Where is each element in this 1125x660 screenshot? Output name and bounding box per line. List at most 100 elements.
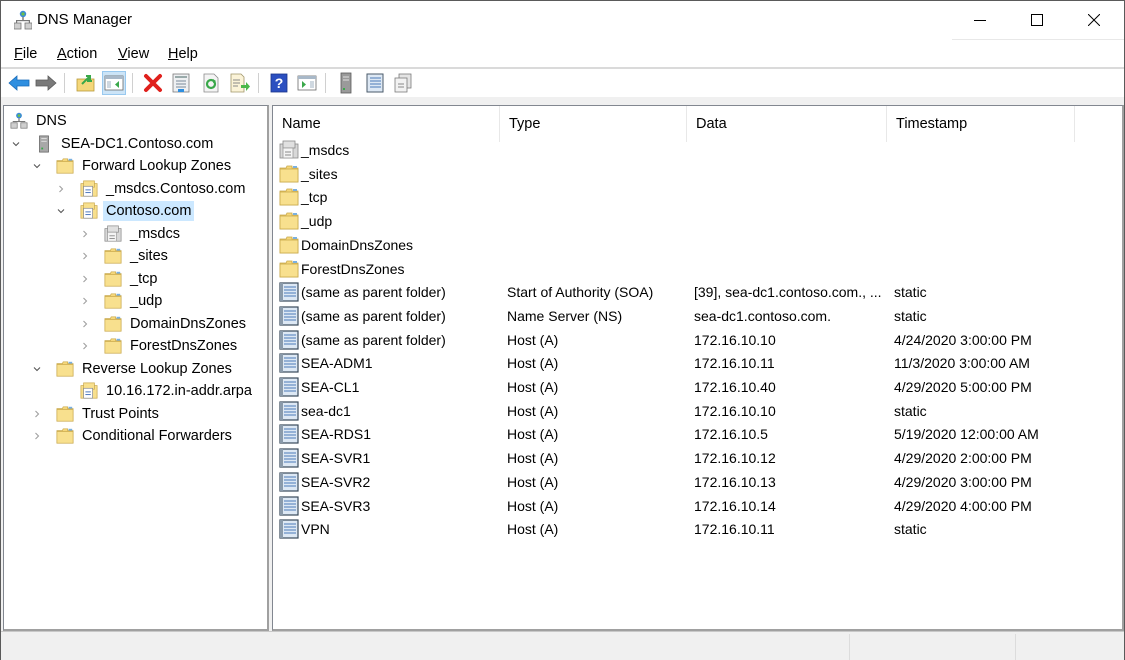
copy-records-button[interactable] — [391, 71, 415, 95]
list-row[interactable]: SEA-CL1 Host (A) 172.16.10.40 4/29/2020 5:0… — [273, 375, 1122, 399]
chevron-down-icon[interactable] — [56, 206, 66, 216]
delete-button[interactable] — [141, 71, 165, 95]
tree-node[interactable]: _sites — [83, 245, 171, 267]
tree-node[interactable]: _msdcs.Contoso.com — [59, 178, 248, 200]
folder-icon — [279, 165, 299, 183]
help-button[interactable]: ? — [267, 71, 291, 95]
tree-expander[interactable] — [80, 251, 90, 261]
tree-node[interactable]: _tcp — [83, 268, 160, 290]
cell-name-text: VPN — [301, 521, 330, 538]
list-row[interactable]: ForestDnsZones — [273, 257, 1122, 281]
cell-data — [694, 257, 886, 281]
list-row[interactable]: _sites — [273, 162, 1122, 186]
tree-node[interactable]: 10.16.172.in-addr.arpa — [80, 380, 255, 402]
chevron-right-icon[interactable] — [80, 319, 90, 329]
chevron-down-icon[interactable] — [11, 139, 21, 149]
tree-node[interactable]: Contoso.com — [57, 200, 195, 222]
column-header-data[interactable]: Data — [687, 106, 887, 142]
maximize-button[interactable] — [1008, 1, 1066, 39]
cell-name-text: SEA-ADM1 — [301, 355, 373, 372]
record-icon — [279, 519, 299, 539]
tree-expander[interactable] — [32, 161, 42, 171]
tree-expander[interactable] — [32, 431, 42, 441]
export-list-button[interactable] — [228, 71, 252, 95]
list-row[interactable]: SEA-SVR3 Host (A) 172.16.10.14 4/29/2020 4:… — [273, 494, 1122, 518]
tree-expander[interactable] — [11, 139, 21, 149]
tree-node[interactable]: Forward Lookup Zones — [33, 155, 234, 177]
tree-expander[interactable] — [56, 206, 66, 216]
menu-view[interactable]: View — [118, 46, 149, 62]
tree-expander[interactable] — [80, 319, 90, 329]
tree-node[interactable]: Reverse Lookup Zones — [33, 358, 235, 380]
cell-type: Host (A) — [507, 473, 559, 490]
show-hide-console-tree-button[interactable] — [102, 71, 126, 95]
copy-records-icon — [394, 73, 412, 93]
list-row[interactable]: SEA-RDS1 Host (A) 172.16.10.5 5/19/2020 12:… — [273, 422, 1122, 446]
tree-expander[interactable] — [32, 409, 42, 419]
list-row[interactable]: (same as parent folder) Name Server (NS) s… — [273, 304, 1122, 328]
refresh-button[interactable] — [199, 71, 223, 95]
chevron-right-icon[interactable] — [80, 251, 90, 261]
tree-expander[interactable] — [80, 296, 90, 306]
chevron-right-icon[interactable] — [80, 296, 90, 306]
console-tree[interactable]: DNS SEA-DC1.Contoso.com Forward Lookup Zon… — [3, 105, 269, 631]
list-row[interactable]: _udp — [273, 209, 1122, 233]
menu-file-accel: F — [14, 46, 23, 62]
tree-node[interactable]: Conditional Forwarders — [35, 425, 235, 447]
tree-expander[interactable] — [80, 341, 90, 351]
window-title: DNS Manager — [37, 11, 133, 28]
minimize-button[interactable] — [951, 1, 1009, 39]
tree-node[interactable]: DomainDnsZones — [83, 313, 249, 335]
chevron-right-icon[interactable] — [80, 341, 90, 351]
title-bar: DNS Manager — [1, 1, 1124, 40]
list-row[interactable]: _msdcs — [273, 138, 1122, 162]
list-row[interactable]: SEA-SVR2 Host (A) 172.16.10.13 4/29/2020 3:… — [273, 470, 1122, 494]
menu-file[interactable]: File — [14, 46, 37, 62]
chevron-right-icon[interactable] — [56, 184, 66, 194]
tree-node[interactable]: _udp — [83, 290, 165, 312]
list-row[interactable]: VPN Host (A) 172.16.10.11 static — [273, 517, 1122, 541]
up-one-level-button[interactable] — [74, 71, 98, 95]
list-row[interactable]: SEA-SVR1 Host (A) 172.16.10.12 4/29/2020 2:… — [273, 446, 1122, 470]
tree-expander[interactable] — [56, 184, 66, 194]
close-button[interactable] — [1065, 1, 1123, 39]
tree-node[interactable]: ForestDnsZones — [83, 335, 240, 357]
list-row[interactable]: (same as parent folder) Host (A) 172.16.10… — [273, 328, 1122, 352]
chevron-right-icon[interactable] — [32, 409, 42, 419]
tree-node[interactable]: _msdcs — [83, 223, 183, 245]
details-pane[interactable]: Name Type Data Timestamp _msdcs _sites _tc… — [272, 105, 1124, 631]
list-row[interactable]: SEA-ADM1 Host (A) 172.16.10.11 11/3/2020 3:… — [273, 351, 1122, 375]
chevron-right-icon[interactable] — [80, 274, 90, 284]
tree-node[interactable]: SEA-DC1.Contoso.com — [12, 133, 216, 155]
column-header-name[interactable]: Name — [273, 106, 500, 142]
properties-button[interactable] — [169, 71, 193, 95]
show-hide-action-pane-button[interactable] — [295, 71, 319, 95]
cell-name-text: SEA-RDS1 — [301, 426, 372, 443]
list-row[interactable]: DomainDnsZones — [273, 233, 1122, 257]
back-button[interactable] — [7, 71, 31, 95]
chevron-right-icon[interactable] — [32, 431, 42, 441]
forward-button[interactable] — [34, 71, 58, 95]
record-icon — [279, 306, 299, 326]
column-header-timestamp[interactable]: Timestamp — [887, 106, 1075, 142]
server-icon — [39, 135, 49, 152]
chevron-down-icon[interactable] — [32, 161, 42, 171]
tree-expander[interactable] — [80, 229, 90, 239]
tree-node[interactable]: Trust Points — [35, 403, 162, 425]
server-button[interactable] — [334, 71, 358, 95]
cell-data: 172.16.10.11 — [694, 355, 775, 372]
list-row[interactable]: _tcp — [273, 185, 1122, 209]
new-record-button[interactable] — [363, 71, 387, 95]
chevron-right-icon[interactable] — [80, 229, 90, 239]
tree-node[interactable]: DNS — [10, 110, 70, 132]
chevron-down-icon[interactable] — [32, 364, 42, 374]
list-row[interactable]: sea-dc1 Host (A) 172.16.10.10 static — [273, 399, 1122, 423]
column-header-type[interactable]: Type — [500, 106, 687, 142]
menu-help[interactable]: Help — [168, 46, 198, 62]
cell-name-text: SEA-SVR2 — [301, 473, 371, 490]
list-row[interactable]: (same as parent folder) Start of Authorit… — [273, 280, 1122, 304]
tree-expander[interactable] — [32, 364, 42, 374]
tree-expander[interactable] — [80, 274, 90, 284]
cell-name-text: DomainDnsZones — [301, 236, 414, 253]
menu-action[interactable]: Action — [57, 46, 97, 62]
